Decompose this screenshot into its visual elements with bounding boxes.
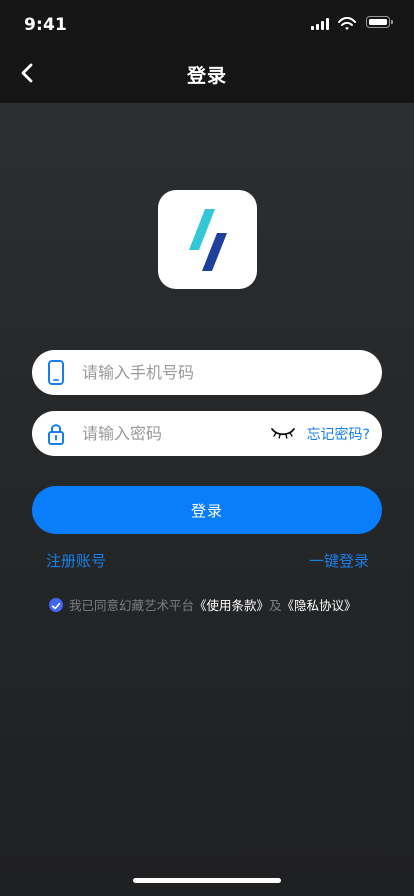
phone-number-input[interactable] — [82, 350, 367, 395]
eye-closed-icon[interactable] — [270, 425, 296, 441]
status-time: 9:41 — [24, 15, 68, 35]
app-logo — [158, 190, 257, 289]
forgot-password-link[interactable]: 忘记密码? — [307, 424, 370, 444]
agreement-checkbox[interactable] — [49, 598, 63, 612]
phone-field — [32, 350, 382, 395]
page-title: 登录 — [186, 65, 227, 87]
agreement-connector: 及 — [269, 598, 282, 613]
one-tap-login-link[interactable]: 一键登录 — [309, 550, 369, 571]
lightning-logo-icon — [189, 209, 227, 271]
check-icon — [51, 602, 61, 610]
wifi-icon — [338, 16, 356, 30]
login-button[interactable]: 登录 — [32, 486, 382, 534]
top-navigation-bar: 9:41 登录 — [0, 0, 414, 103]
cellular-signal-icon — [311, 17, 330, 30]
terms-of-use-link[interactable]: 《使用条款》 — [194, 598, 269, 613]
password-input[interactable] — [82, 411, 262, 456]
privacy-policy-link[interactable]: 《隐私协议》 — [282, 598, 357, 613]
register-account-link[interactable]: 注册账号 — [46, 550, 106, 571]
battery-icon — [366, 16, 393, 28]
login-screen: 9:41 登录 请输入手机号码 忘记密码? 登录 注册账号 一键登录 我已同意幻… — [0, 0, 414, 896]
password-field: 忘记密码? — [32, 411, 382, 456]
status-bar: 9:41 — [0, 0, 414, 50]
lock-icon — [47, 421, 65, 447]
home-indicator — [133, 878, 281, 883]
agreement-text: 我已同意幻藏艺术平台《使用条款》及《隐私协议》 — [69, 596, 357, 615]
agreement-prefix: 我已同意幻藏艺术平台 — [69, 598, 195, 613]
mobile-phone-icon — [47, 360, 65, 386]
